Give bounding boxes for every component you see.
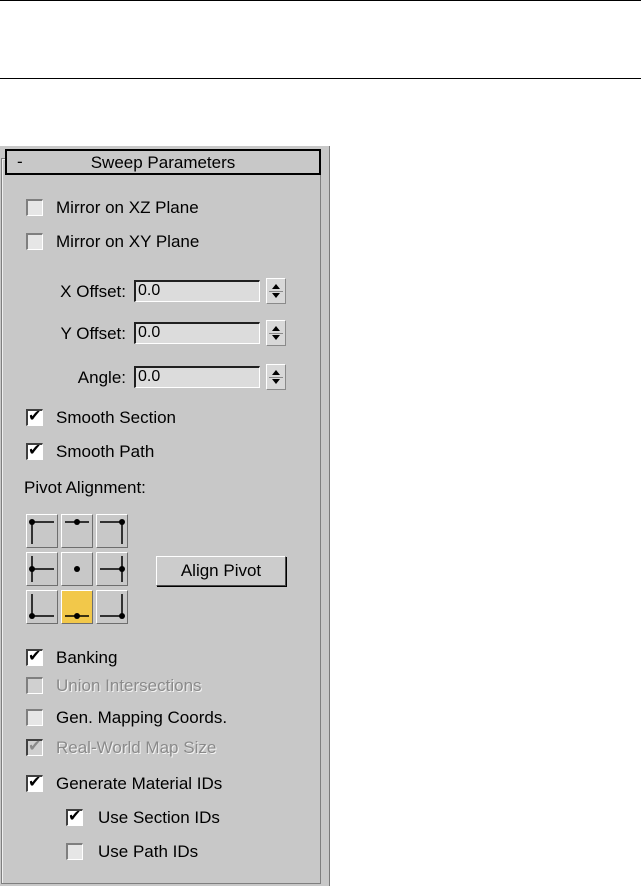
x-offset-input[interactable]: 0.0: [134, 280, 260, 302]
spinner-down-icon[interactable]: [272, 293, 280, 298]
checkmark-icon: ✔: [28, 738, 42, 755]
smooth-path-row[interactable]: ✔ Smooth Path: [0, 440, 320, 466]
mirror-xy-checkbox[interactable]: [26, 233, 43, 250]
checkmark-icon: ✔: [28, 442, 42, 459]
rollout-title: Sweep Parameters: [90, 153, 236, 172]
use-path-ids-label: Use Path IDs: [98, 842, 199, 861]
x-offset-row: X Offset: 0.0: [0, 278, 320, 306]
spinner-up-icon[interactable]: [272, 370, 280, 375]
gen-material-ids-row[interactable]: ✔ Generate Material IDs: [0, 772, 320, 798]
x-offset-spinner[interactable]: [266, 278, 286, 304]
gen-material-ids-label: Generate Material IDs: [56, 774, 223, 793]
pivot-top-right-icon: [100, 519, 125, 544]
gen-mapping-checkbox[interactable]: [26, 709, 43, 726]
pivot-dot: [74, 566, 80, 572]
pivot-middle-center-icon: [74, 566, 80, 572]
real-world-row: ✔ Real-World Map Size: [0, 736, 320, 762]
gen-mapping-row[interactable]: Gen. Mapping Coords.: [0, 706, 320, 732]
y-offset-label: Y Offset:: [60, 324, 126, 343]
use-section-ids-label: Use Section IDs: [98, 808, 220, 827]
pivot-middle-left-icon: [29, 556, 54, 582]
union-intersections-row: Union Intersections: [0, 674, 320, 700]
pivot-middle-right-button[interactable]: [96, 552, 128, 586]
use-section-ids-checkbox[interactable]: ✔: [66, 808, 83, 826]
pivot-dot: [29, 566, 35, 572]
pivot-dot: [119, 613, 125, 619]
union-intersections-checkbox: [26, 677, 43, 694]
header-divider: [0, 78, 641, 79]
real-world-label: Real-World Map Size: [56, 738, 217, 757]
mirror-xy-row[interactable]: Mirror on XY Plane: [0, 230, 320, 256]
pivot-dot: [29, 519, 35, 525]
pivot-top-center-icon: [65, 519, 89, 525]
checkmark-icon: ✔: [28, 408, 42, 425]
smooth-section-checkbox[interactable]: ✔: [26, 408, 43, 426]
smooth-path-checkbox[interactable]: ✔: [26, 442, 43, 460]
top-divider: [0, 0, 641, 1]
mirror-xz-checkbox[interactable]: [26, 199, 43, 216]
pivot-bottom-center-button[interactable]: [61, 590, 93, 624]
pivot-alignment-grid: [26, 514, 132, 626]
x-offset-label: X Offset:: [60, 282, 126, 301]
pivot-dot: [74, 613, 80, 619]
gen-mapping-label: Gen. Mapping Coords.: [56, 708, 228, 727]
pivot-top-right-button[interactable]: [96, 514, 128, 548]
pivot-dot: [119, 566, 125, 572]
smooth-section-label: Smooth Section: [56, 408, 177, 427]
pivot-middle-left-button[interactable]: [26, 552, 58, 586]
checkmark-icon: ✔: [28, 648, 42, 665]
banking-row[interactable]: ✔ Banking: [0, 646, 320, 672]
y-offset-spinner[interactable]: [266, 320, 286, 346]
pivot-top-left-icon: [29, 519, 54, 544]
sweep-parameters-panel: - Sweep Parameters Mirror on XZ Plane Mi…: [0, 146, 330, 886]
use-section-ids-row[interactable]: ✔ Use Section IDs: [0, 806, 320, 832]
pivot-bottom-center-icon: [65, 613, 89, 619]
checkmark-icon: ✔: [28, 774, 42, 791]
pivot-top-left-button[interactable]: [26, 514, 58, 548]
pivot-alignment-row: Pivot Alignment:: [0, 476, 320, 502]
y-offset-row: Y Offset: 0.0: [0, 320, 320, 348]
pivot-alignment-label: Pivot Alignment:: [24, 478, 146, 497]
pivot-bottom-right-icon: [100, 594, 125, 619]
real-world-checkbox: ✔: [26, 738, 43, 756]
banking-label: Banking: [56, 648, 118, 667]
angle-input[interactable]: 0.0: [134, 366, 260, 388]
checkmark-icon: ✔: [68, 808, 82, 825]
mirror-xz-row[interactable]: Mirror on XZ Plane: [0, 196, 320, 222]
pivot-bottom-left-button[interactable]: [26, 590, 58, 624]
gen-material-ids-checkbox[interactable]: ✔: [26, 774, 43, 792]
angle-label: Angle:: [77, 368, 126, 387]
spinner-up-icon[interactable]: [272, 326, 280, 331]
pivot-bottom-right-button[interactable]: [96, 590, 128, 624]
mirror-xy-label: Mirror on XY Plane: [56, 232, 200, 251]
rollout-header[interactable]: - Sweep Parameters: [5, 149, 321, 175]
pivot-middle-center-button[interactable]: [61, 552, 93, 586]
pivot-dot: [74, 519, 80, 525]
align-pivot-button[interactable]: Align Pivot: [156, 556, 286, 586]
pivot-bottom-left-icon: [29, 594, 54, 619]
use-path-ids-checkbox[interactable]: [66, 843, 83, 860]
spinner-down-icon[interactable]: [272, 335, 280, 340]
union-intersections-label: Union Intersections: [56, 676, 202, 695]
mirror-xz-label: Mirror on XZ Plane: [56, 198, 199, 217]
use-path-ids-row[interactable]: Use Path IDs: [0, 840, 320, 866]
spinner-down-icon[interactable]: [272, 379, 280, 384]
spinner-up-icon[interactable]: [272, 284, 280, 289]
pivot-middle-right-icon: [100, 556, 125, 582]
pivot-dot: [29, 613, 35, 619]
angle-spinner[interactable]: [266, 364, 286, 390]
angle-row: Angle: 0.0: [0, 364, 320, 392]
banking-checkbox[interactable]: ✔: [26, 648, 43, 666]
smooth-section-row[interactable]: ✔ Smooth Section: [0, 406, 320, 432]
y-offset-input[interactable]: 0.0: [134, 322, 260, 344]
pivot-top-center-button[interactable]: [61, 514, 93, 548]
smooth-path-label: Smooth Path: [56, 442, 155, 461]
pivot-dot: [119, 519, 125, 525]
